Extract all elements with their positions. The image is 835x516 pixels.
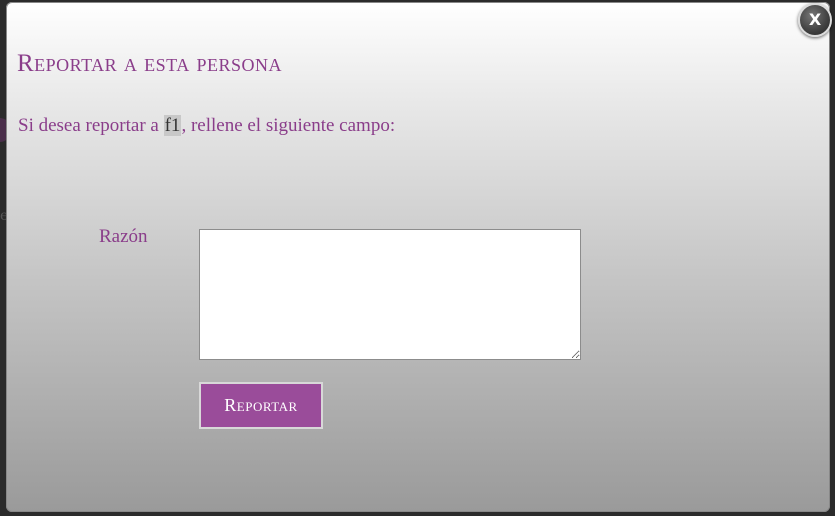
reported-username: f1	[163, 115, 182, 136]
dialog-instruction: Si desea reportar a f1, rellene el sigui…	[18, 115, 395, 137]
close-icon[interactable]: X	[798, 3, 832, 37]
report-dialog: Reportar a esta persona Si desea reporta…	[6, 2, 830, 512]
reason-label: Razón	[99, 226, 148, 247]
reason-textarea[interactable]	[199, 229, 581, 360]
report-button[interactable]: Reportar	[199, 382, 323, 429]
instruction-suffix: , rellene el siguiente campo:	[181, 115, 396, 136]
instruction-prefix: Si desea reportar a	[18, 115, 164, 136]
dialog-title: Reportar a esta persona	[17, 50, 282, 77]
